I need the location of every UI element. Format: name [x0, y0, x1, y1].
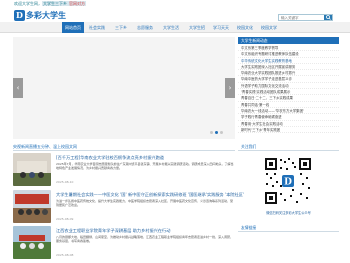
links-header: 友情链接 — [238, 224, 339, 232]
news-date: 2025-08-10 — [56, 180, 74, 184]
notice-list: 中文系第三季度教学督导 中文系组织专题研讨推进教师队伍建设 中华传统文化大学生实… — [238, 45, 339, 134]
news-title[interactable]: 大学生暑期社会实践——中医文化 '国' 新中医守正创新探索实践研修班 '国医继承… — [56, 192, 244, 198]
search-button[interactable] — [324, 15, 332, 20]
carousel-dot[interactable] — [220, 131, 223, 134]
search-box — [278, 14, 333, 21]
carousel-next-button[interactable]: › — [225, 78, 235, 98]
news-desc: 2025年7月，华南农业大学百舸志愿服务队前往广东潮州饶平县钱东镇、开展乡村振兴… — [56, 162, 234, 171]
nav-item-culture[interactable]: 校园文化 — [234, 22, 256, 33]
nav-item-study[interactable]: 学习天天 — [210, 22, 232, 33]
nav-item-campus-life[interactable]: 大学生活 — [160, 22, 182, 33]
news-item[interactable]: 江西农业工程职业学院青年学子深耕基层 助力乡村振兴在行动 八月的赣鄱大地，稻田翻… — [13, 226, 235, 262]
welcome-link-2[interactable]: 官网对方 — [68, 1, 86, 6]
news-thumbnail[interactable] — [13, 153, 51, 186]
qr-code-icon: D — [263, 156, 313, 206]
welcome-link-1[interactable]: 大学生三下乡 — [42, 1, 68, 6]
news-title[interactable]: 江西农业工程职业学院青年学子深耕基层 助力乡村振兴在行动 — [56, 228, 170, 234]
news-desc: 八月的赣鄱大地，稻田翻绿、山间夏至，为推动乡村振兴战略落地，江西农业工程职业学院… — [56, 235, 234, 244]
nav-item-recruit[interactable]: 大学生招 — [186, 22, 208, 33]
notice-item[interactable]: 新时代'三下乡'青年实践团 — [238, 127, 339, 134]
carousel-prev-button[interactable]: ‹ — [13, 78, 23, 98]
nav-item-literature[interactable]: 校园文学 — [258, 22, 280, 33]
main-nav: 网站首页 社会实践 三下乡 志愿服务 大学生活 大学生招 学习天天 校园文化 校… — [0, 22, 350, 33]
follow-header: 关注我们 — [238, 143, 339, 151]
top-welcome-bar: 欢迎大学生网，大学生三下乡 官网对方 — [0, 0, 350, 7]
notice-header: 大学生新闻动态 — [238, 37, 339, 44]
logo-text: 多彩大学生 — [26, 10, 66, 20]
carousel-image — [13, 37, 235, 139]
welcome-prefix: 欢迎大学生网， — [14, 1, 42, 6]
news-item[interactable]: 大学生暑期社会实践——中医文化 '国' 新中医守正创新探索实践研修班 '国医继承… — [13, 190, 244, 226]
nav-item-home[interactable]: 网站首页 — [62, 22, 84, 33]
news-section-title: 央视新闻直播五分钟、温上校园文网 — [13, 144, 77, 149]
search-icon — [326, 15, 331, 20]
nav-item-practice[interactable]: 社会实践 — [86, 22, 108, 33]
search-input[interactable] — [279, 15, 324, 20]
nav-item-countryside[interactable]: 三下乡 — [112, 22, 130, 33]
news-desc: 为进一步弘扬中医药传统文化，提升大学生实践能力，中医学院组织志愿者深入社区，开展… — [56, 199, 234, 208]
news-item[interactable]: [百千万工程]华南农业大学驻校百舸争流点亮乡村振兴跑道 2025年7月，华南农业… — [13, 153, 235, 189]
news-thumbnail[interactable] — [13, 226, 51, 259]
site-logo[interactable]: D 多彩大学生 — [14, 10, 66, 21]
carousel-dots — [210, 130, 225, 134]
news-section-header: 央视新闻直播五分钟、温上校园文网 — [13, 143, 235, 151]
news-date: 2025-08-09 — [56, 217, 74, 221]
image-carousel[interactable]: ‹ › — [13, 37, 235, 139]
news-title[interactable]: [百千万工程]华南农业大学驻校百舸争流点亮乡村振兴跑道 — [56, 155, 164, 161]
qr-center-logo: D — [284, 178, 292, 188]
carousel-dot[interactable] — [210, 131, 213, 134]
welcome-text: 欢迎大学生网，大学生三下乡 官网对方 — [14, 1, 86, 7]
qr-caption: 微信扫码关注多彩大学生公众号 — [266, 211, 311, 215]
news-date: 2025-08-08 — [56, 253, 74, 257]
logo-mark-icon: D — [14, 10, 25, 21]
carousel-dot-active[interactable] — [215, 131, 218, 134]
nav-item-volunteer[interactable]: 志愿服务 — [134, 22, 156, 33]
news-thumbnail[interactable] — [13, 190, 51, 223]
